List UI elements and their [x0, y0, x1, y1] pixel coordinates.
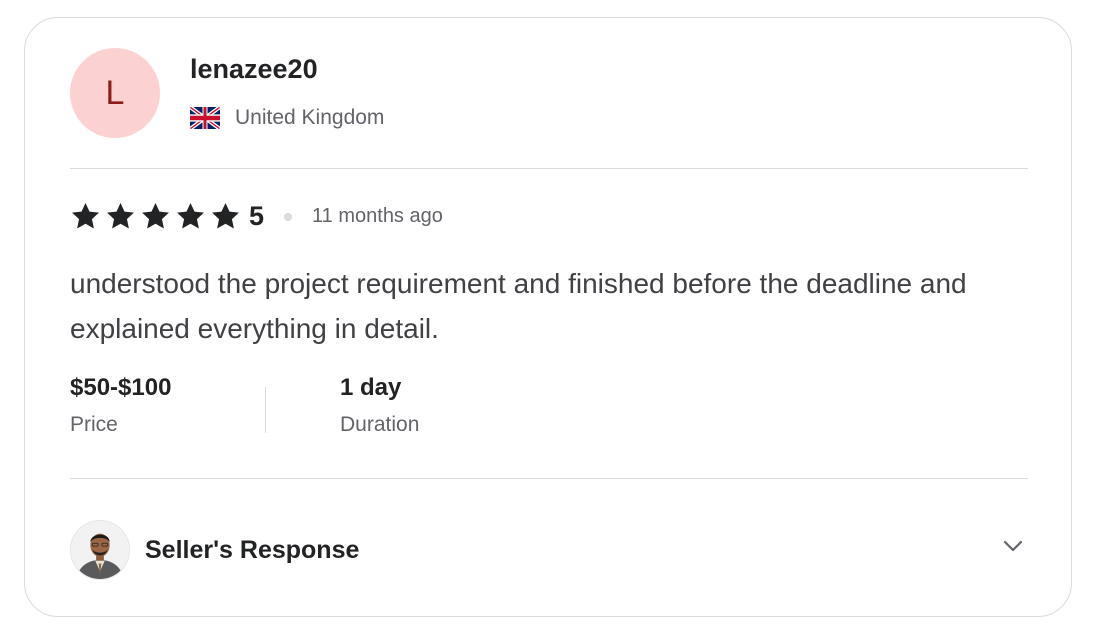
chevron-down-icon[interactable]: [998, 531, 1028, 561]
star-icon: [212, 202, 239, 229]
star-icon: [142, 202, 169, 229]
rating-row: 5 11 months ago: [70, 201, 443, 232]
response-divider: [70, 478, 1028, 479]
duration-value: 1 day: [340, 374, 402, 401]
country-name: United Kingdom: [235, 106, 385, 129]
star-rating: [70, 201, 241, 232]
seller-avatar: [70, 520, 130, 580]
details-separator: [265, 387, 266, 433]
reviewer-country: United Kingdom: [190, 106, 384, 130]
review-time: 11 months ago: [312, 205, 443, 227]
price-label: Price: [70, 413, 118, 436]
price-block: $50-$100 Price: [70, 374, 171, 437]
star-icon: [72, 202, 99, 229]
duration-label: Duration: [340, 413, 420, 436]
duration-block: 1 day Duration: [340, 374, 419, 437]
reviewer-username[interactable]: lenazee20: [190, 54, 318, 85]
price-value: $50-$100: [70, 374, 172, 401]
uk-flag-icon: [190, 107, 220, 129]
review-text: understood the project requirement and f…: [70, 268, 967, 344]
rating-value: 5: [249, 201, 265, 231]
avatar-letter: L: [105, 73, 125, 112]
seller-response-toggle[interactable]: Seller's Response: [70, 519, 1028, 581]
header-divider: [70, 168, 1028, 169]
reviewer-avatar[interactable]: L: [70, 48, 160, 138]
review-card: L lenazee20 United Kingdom 5 11 months a…: [24, 17, 1072, 617]
seller-response-label: Seller's Response: [145, 535, 360, 564]
separator-dot: [284, 212, 293, 221]
star-icon: [177, 202, 204, 229]
star-icon: [107, 202, 134, 229]
